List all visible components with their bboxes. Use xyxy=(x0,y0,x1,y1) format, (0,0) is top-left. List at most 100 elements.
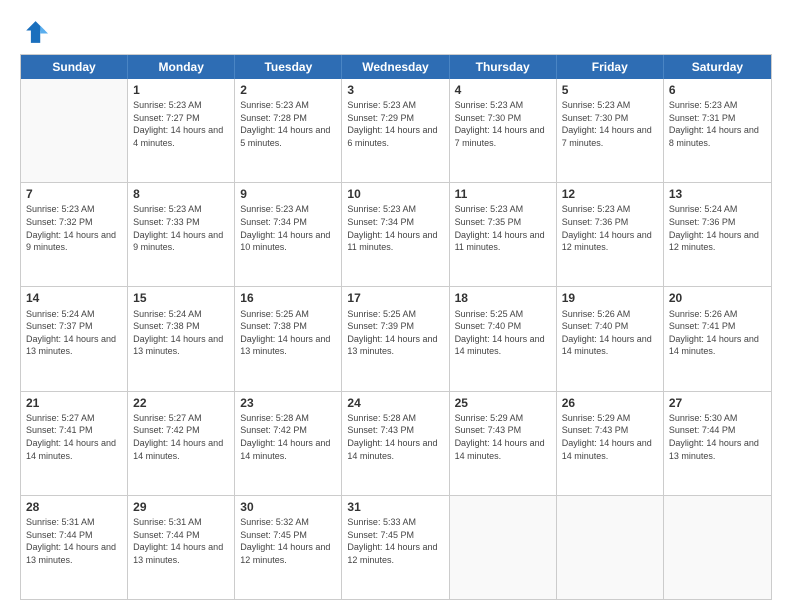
cell-info: Sunrise: 5:29 AMSunset: 7:43 PMDaylight:… xyxy=(455,412,551,462)
day-number: 1 xyxy=(133,82,229,98)
day-number: 22 xyxy=(133,395,229,411)
calendar-cell xyxy=(21,79,128,182)
cell-info: Sunrise: 5:24 AMSunset: 7:37 PMDaylight:… xyxy=(26,308,122,358)
cell-info: Sunrise: 5:29 AMSunset: 7:43 PMDaylight:… xyxy=(562,412,658,462)
cell-info: Sunrise: 5:27 AMSunset: 7:42 PMDaylight:… xyxy=(133,412,229,462)
cell-info: Sunrise: 5:26 AMSunset: 7:40 PMDaylight:… xyxy=(562,308,658,358)
calendar-cell: 29Sunrise: 5:31 AMSunset: 7:44 PMDayligh… xyxy=(128,496,235,599)
calendar-cell: 15Sunrise: 5:24 AMSunset: 7:38 PMDayligh… xyxy=(128,287,235,390)
cell-info: Sunrise: 5:33 AMSunset: 7:45 PMDaylight:… xyxy=(347,516,443,566)
day-number: 15 xyxy=(133,290,229,306)
day-number: 2 xyxy=(240,82,336,98)
calendar-week-2: 7Sunrise: 5:23 AMSunset: 7:32 PMDaylight… xyxy=(21,183,771,287)
day-number: 8 xyxy=(133,186,229,202)
calendar-cell: 26Sunrise: 5:29 AMSunset: 7:43 PMDayligh… xyxy=(557,392,664,495)
calendar-cell: 31Sunrise: 5:33 AMSunset: 7:45 PMDayligh… xyxy=(342,496,449,599)
header-day-thursday: Thursday xyxy=(450,55,557,79)
cell-info: Sunrise: 5:23 AMSunset: 7:34 PMDaylight:… xyxy=(240,203,336,253)
calendar-cell xyxy=(450,496,557,599)
calendar-body: 1Sunrise: 5:23 AMSunset: 7:27 PMDaylight… xyxy=(21,79,771,599)
day-number: 3 xyxy=(347,82,443,98)
calendar-cell xyxy=(557,496,664,599)
logo-icon xyxy=(20,18,48,46)
cell-info: Sunrise: 5:28 AMSunset: 7:43 PMDaylight:… xyxy=(347,412,443,462)
day-number: 18 xyxy=(455,290,551,306)
calendar-cell: 12Sunrise: 5:23 AMSunset: 7:36 PMDayligh… xyxy=(557,183,664,286)
calendar-cell: 14 Sunrise: 5:24 AMSunset: 7:37 PMDayligh… xyxy=(21,287,128,390)
day-number: 30 xyxy=(240,499,336,515)
cell-info: Sunrise: 5:25 AMSunset: 7:38 PMDaylight:… xyxy=(240,308,336,358)
day-number: 31 xyxy=(347,499,443,515)
day-number: 7 xyxy=(26,186,122,202)
cell-info: Sunrise: 5:24 AMSunset: 7:36 PMDaylight:… xyxy=(669,203,766,253)
calendar-cell: 21Sunrise: 5:27 AMSunset: 7:41 PMDayligh… xyxy=(21,392,128,495)
header-day-monday: Monday xyxy=(128,55,235,79)
calendar-cell: 23Sunrise: 5:28 AMSunset: 7:42 PMDayligh… xyxy=(235,392,342,495)
cell-info: Sunrise: 5:27 AMSunset: 7:41 PMDaylight:… xyxy=(26,412,122,462)
day-number: 26 xyxy=(562,395,658,411)
calendar-cell: 5Sunrise: 5:23 AMSunset: 7:30 PMDaylight… xyxy=(557,79,664,182)
header-day-sunday: Sunday xyxy=(21,55,128,79)
day-number: 21 xyxy=(26,395,122,411)
cell-info: Sunrise: 5:26 AMSunset: 7:41 PMDaylight:… xyxy=(669,308,766,358)
calendar-cell: 28Sunrise: 5:31 AMSunset: 7:44 PMDayligh… xyxy=(21,496,128,599)
day-number: 14 xyxy=(26,290,122,306)
calendar-cell: 27Sunrise: 5:30 AMSunset: 7:44 PMDayligh… xyxy=(664,392,771,495)
calendar-cell: 6Sunrise: 5:23 AMSunset: 7:31 PMDaylight… xyxy=(664,79,771,182)
day-number: 4 xyxy=(455,82,551,98)
header-day-wednesday: Wednesday xyxy=(342,55,449,79)
calendar-cell: 8Sunrise: 5:23 AMSunset: 7:33 PMDaylight… xyxy=(128,183,235,286)
calendar-header: SundayMondayTuesdayWednesdayThursdayFrid… xyxy=(21,55,771,79)
day-number: 23 xyxy=(240,395,336,411)
calendar: SundayMondayTuesdayWednesdayThursdayFrid… xyxy=(20,54,772,600)
cell-info: Sunrise: 5:28 AMSunset: 7:42 PMDaylight:… xyxy=(240,412,336,462)
cell-info: Sunrise: 5:23 AMSunset: 7:35 PMDaylight:… xyxy=(455,203,551,253)
calendar-cell: 3Sunrise: 5:23 AMSunset: 7:29 PMDaylight… xyxy=(342,79,449,182)
calendar-cell: 16Sunrise: 5:25 AMSunset: 7:38 PMDayligh… xyxy=(235,287,342,390)
cell-info: Sunrise: 5:23 AMSunset: 7:34 PMDaylight:… xyxy=(347,203,443,253)
day-number: 19 xyxy=(562,290,658,306)
day-number: 25 xyxy=(455,395,551,411)
calendar-cell: 13Sunrise: 5:24 AMSunset: 7:36 PMDayligh… xyxy=(664,183,771,286)
day-number: 9 xyxy=(240,186,336,202)
header-day-saturday: Saturday xyxy=(664,55,771,79)
day-number: 24 xyxy=(347,395,443,411)
day-number: 27 xyxy=(669,395,766,411)
day-number: 13 xyxy=(669,186,766,202)
day-number: 29 xyxy=(133,499,229,515)
calendar-cell xyxy=(664,496,771,599)
calendar-week-3: 14 Sunrise: 5:24 AMSunset: 7:37 PMDayligh… xyxy=(21,287,771,391)
calendar-cell: 4Sunrise: 5:23 AMSunset: 7:30 PMDaylight… xyxy=(450,79,557,182)
cell-info: Sunrise: 5:23 AMSunset: 7:33 PMDaylight:… xyxy=(133,203,229,253)
calendar-cell: 25Sunrise: 5:29 AMSunset: 7:43 PMDayligh… xyxy=(450,392,557,495)
cell-info: Sunrise: 5:23 AMSunset: 7:28 PMDaylight:… xyxy=(240,99,336,149)
header-day-friday: Friday xyxy=(557,55,664,79)
calendar-cell: 24Sunrise: 5:28 AMSunset: 7:43 PMDayligh… xyxy=(342,392,449,495)
cell-info: Sunrise: 5:25 AMSunset: 7:40 PMDaylight:… xyxy=(455,308,551,358)
cell-info: Sunrise: 5:30 AMSunset: 7:44 PMDaylight:… xyxy=(669,412,766,462)
calendar-cell: 7Sunrise: 5:23 AMSunset: 7:32 PMDaylight… xyxy=(21,183,128,286)
calendar-cell: 9Sunrise: 5:23 AMSunset: 7:34 PMDaylight… xyxy=(235,183,342,286)
calendar-cell: 1Sunrise: 5:23 AMSunset: 7:27 PMDaylight… xyxy=(128,79,235,182)
day-number: 12 xyxy=(562,186,658,202)
day-number: 20 xyxy=(669,290,766,306)
cell-info: Sunrise: 5:23 AMSunset: 7:30 PMDaylight:… xyxy=(562,99,658,149)
calendar-cell: 19 Sunrise: 5:26 AMSunset: 7:40 PMDayligh… xyxy=(557,287,664,390)
day-number: 10 xyxy=(347,186,443,202)
logo xyxy=(20,18,52,46)
cell-info: Sunrise: 5:23 AMSunset: 7:31 PMDaylight:… xyxy=(669,99,766,149)
day-number: 28 xyxy=(26,499,122,515)
calendar-cell: 22Sunrise: 5:27 AMSunset: 7:42 PMDayligh… xyxy=(128,392,235,495)
day-number: 11 xyxy=(455,186,551,202)
cell-info: Sunrise: 5:23 AMSunset: 7:30 PMDaylight:… xyxy=(455,99,551,149)
calendar-cell: 30Sunrise: 5:32 AMSunset: 7:45 PMDayligh… xyxy=(235,496,342,599)
cell-info: Sunrise: 5:31 AMSunset: 7:44 PMDaylight:… xyxy=(26,516,122,566)
day-number: 17 xyxy=(347,290,443,306)
calendar-cell: 18 Sunrise: 5:25 AMSunset: 7:40 PMDayligh… xyxy=(450,287,557,390)
calendar-cell: 10Sunrise: 5:23 AMSunset: 7:34 PMDayligh… xyxy=(342,183,449,286)
cell-info: Sunrise: 5:25 AMSunset: 7:39 PMDaylight:… xyxy=(347,308,443,358)
calendar-cell: 11Sunrise: 5:23 AMSunset: 7:35 PMDayligh… xyxy=(450,183,557,286)
calendar-week-5: 28Sunrise: 5:31 AMSunset: 7:44 PMDayligh… xyxy=(21,496,771,599)
calendar-cell: 17 Sunrise: 5:25 AMSunset: 7:39 PMDayligh… xyxy=(342,287,449,390)
cell-info: Sunrise: 5:23 AMSunset: 7:36 PMDaylight:… xyxy=(562,203,658,253)
